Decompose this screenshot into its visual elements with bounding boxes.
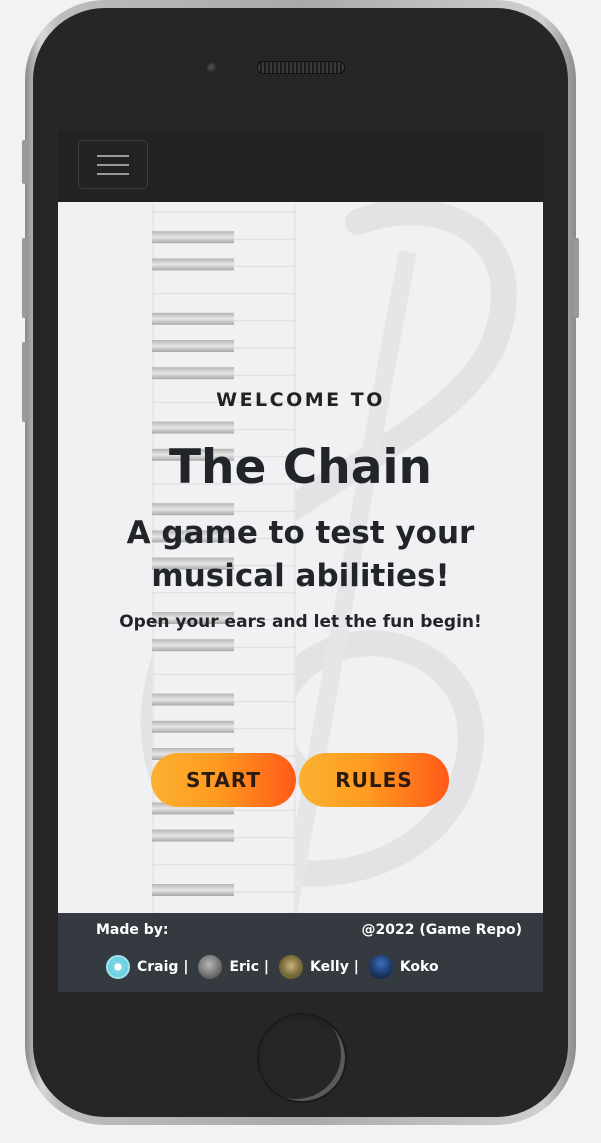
credit-name: Eric | bbox=[229, 959, 269, 975]
start-button[interactable]: START bbox=[151, 753, 296, 807]
hamburger-icon bbox=[97, 154, 129, 157]
volume-up-button bbox=[22, 238, 27, 318]
koko-avatar bbox=[368, 955, 393, 979]
front-camera bbox=[207, 63, 217, 73]
tagline: Open your ears and let the fun begin! bbox=[119, 612, 482, 632]
rules-button[interactable]: RULES bbox=[299, 753, 449, 807]
navbar bbox=[58, 130, 543, 202]
credits-list: Craig | Eric | Kelly | Koko bbox=[106, 955, 439, 979]
earpiece-speaker bbox=[257, 61, 345, 74]
navbar-toggle-button[interactable] bbox=[78, 140, 148, 189]
volume-down-button bbox=[22, 342, 27, 422]
credit-name: Kelly | bbox=[310, 959, 359, 975]
hamburger-icon-line bbox=[97, 163, 129, 166]
credit-name: Craig | bbox=[137, 959, 189, 975]
made-by-label: Made by: bbox=[96, 922, 169, 938]
credit-craig[interactable]: Craig | bbox=[106, 955, 188, 979]
piano-black-key bbox=[152, 693, 234, 706]
phone-screen: WELCOME TO The Chain A game to test your… bbox=[58, 130, 543, 992]
piano-black-key bbox=[152, 231, 234, 244]
piano-black-key bbox=[152, 884, 234, 896]
home-button bbox=[257, 1013, 347, 1103]
piano-black-key bbox=[152, 312, 234, 325]
kelly-avatar bbox=[279, 955, 303, 979]
power-button bbox=[574, 238, 579, 318]
piano-black-key bbox=[152, 421, 234, 434]
eric-avatar bbox=[198, 955, 223, 979]
mute-switch bbox=[22, 140, 27, 184]
subtitle: A game to test your musical abilities! bbox=[126, 515, 475, 594]
welcome-heading: WELCOME TO bbox=[216, 389, 385, 411]
footer: Made by: @2022 (Game Repo) Craig | Eric … bbox=[58, 913, 543, 992]
piano-black-key bbox=[152, 258, 234, 271]
copyright-link[interactable]: @2022 (Game Repo) bbox=[362, 922, 522, 938]
hero-section: WELCOME TO The Chain A game to test your… bbox=[58, 202, 543, 913]
craig-avatar bbox=[106, 955, 130, 979]
piano-black-key bbox=[152, 720, 234, 733]
credit-eric[interactable]: Eric | bbox=[198, 955, 269, 979]
piano-black-key bbox=[152, 829, 234, 842]
credit-kelly[interactable]: Kelly | bbox=[279, 955, 359, 979]
credit-name: Koko bbox=[399, 959, 439, 975]
page-title: The Chain bbox=[169, 440, 432, 495]
piano-black-key bbox=[152, 367, 234, 380]
hamburger-icon-line bbox=[97, 172, 129, 175]
credit-koko[interactable]: Koko bbox=[368, 955, 439, 979]
piano-black-key bbox=[152, 639, 234, 652]
piano-black-key bbox=[152, 340, 234, 352]
